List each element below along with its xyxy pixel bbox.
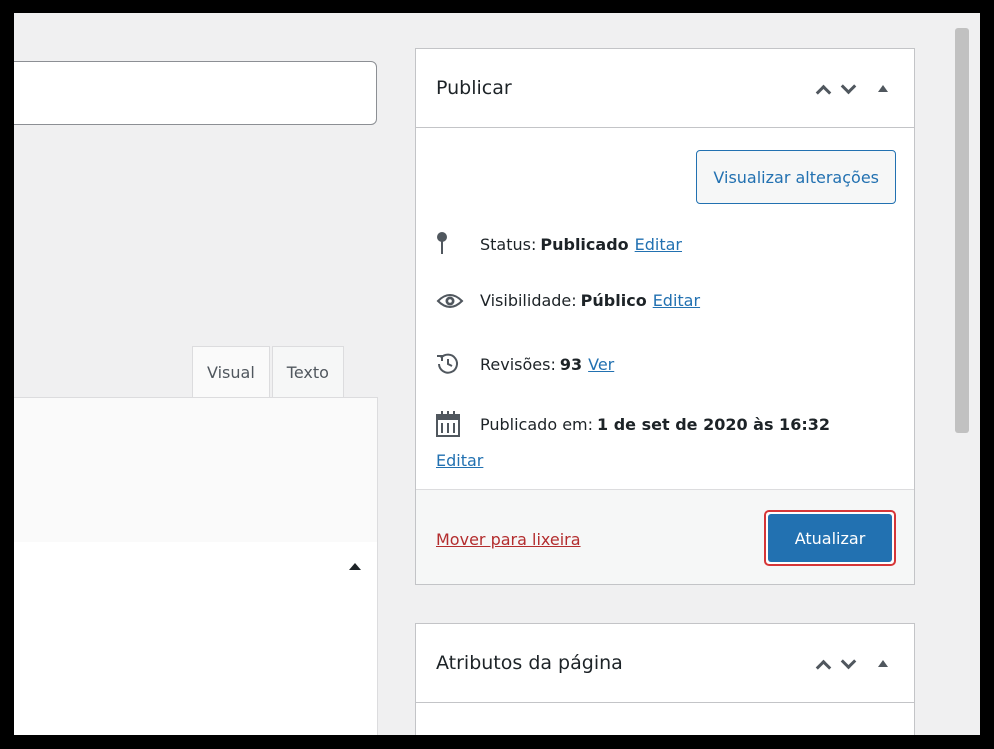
tab-visual[interactable]: Visual (192, 346, 270, 398)
editor-content-area[interactable] (14, 542, 378, 735)
preview-changes-button[interactable]: Visualizar alterações (696, 150, 896, 204)
move-down-icon[interactable] (840, 78, 857, 94)
revisions-value: 93 (559, 354, 583, 374)
move-to-trash-link[interactable]: Mover para lixeira (436, 530, 581, 549)
edit-publish-date-link[interactable]: Editar (436, 451, 483, 470)
publish-box-title: Publicar (436, 77, 512, 99)
publish-box-header: Publicar (416, 49, 914, 128)
calendar-icon (436, 411, 466, 437)
move-down-icon[interactable] (840, 653, 857, 669)
visibility-label: Visibilidade: (480, 291, 577, 310)
page-attributes-handles (815, 653, 888, 675)
pin-icon (436, 232, 466, 256)
editor-tabs: Visual Texto (192, 346, 346, 398)
tab-texto[interactable]: Texto (271, 346, 344, 398)
update-button[interactable]: Atualizar (768, 514, 892, 562)
editor-scroll-up-icon[interactable] (349, 563, 361, 570)
page-scrollbar[interactable] (955, 28, 969, 433)
update-button-outline[interactable]: Atualizar (764, 510, 896, 566)
published-on-label: Publicado em: (480, 414, 594, 434)
revisions-label: Revisões: (480, 354, 556, 374)
move-up-icon[interactable] (815, 84, 832, 100)
status-row: Status: Publicado Editar (436, 232, 682, 256)
eye-icon (436, 292, 466, 310)
view-revisions-link[interactable]: Ver (588, 355, 614, 374)
page-attributes-title: Atributos da página (436, 652, 623, 674)
status-value: Publicado (540, 234, 629, 254)
publish-actions: Mover para lixeira Atualizar (416, 489, 914, 584)
post-title-input[interactable] (14, 61, 377, 125)
edit-visibility-link[interactable]: Editar (653, 291, 700, 310)
status-label: Status: (480, 234, 537, 254)
collapse-toggle-icon[interactable] (878, 659, 888, 667)
page-attributes-box: Atributos da página (415, 623, 915, 735)
editor-toolbar (14, 397, 378, 543)
collapse-toggle-icon[interactable] (878, 84, 888, 92)
published-on-value: 1 de set de 2020 às 16:32 (597, 414, 830, 434)
visibility-row: Visibilidade: Público Editar (436, 291, 700, 310)
move-up-icon[interactable] (815, 659, 832, 675)
revisions-row: Revisões: 93 Ver (436, 352, 614, 376)
page-attributes-header: Atributos da página (416, 624, 914, 703)
published-on-row: Publicado em: 1 de set de 2020 às 16:32 (436, 411, 836, 437)
publish-box-handles (815, 78, 888, 100)
screenshot-frame: Visual Texto Publicar Visualizar alteraç… (14, 13, 980, 735)
history-icon (436, 352, 466, 376)
visibility-value: Público (580, 291, 647, 310)
publish-box: Publicar Visualizar alterações Status: P… (415, 48, 915, 585)
edit-status-link[interactable]: Editar (635, 235, 682, 254)
